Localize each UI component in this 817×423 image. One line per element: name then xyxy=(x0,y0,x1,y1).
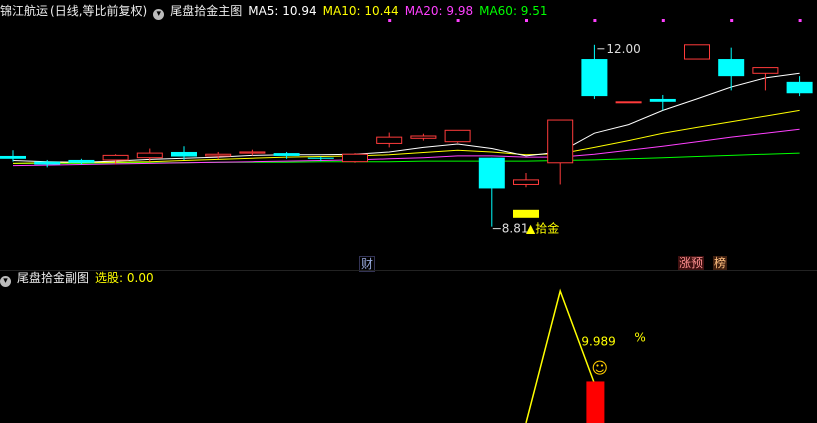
gain-unit-label: % xyxy=(634,330,645,344)
candle-body xyxy=(0,155,26,159)
sub-chart-header: ▾ 尾盘拾金副图 选股: 0.00 xyxy=(0,269,160,287)
signal-dot xyxy=(730,19,734,22)
candle-body xyxy=(205,153,232,157)
candle-body xyxy=(342,153,368,163)
chevron-down-icon[interactable]: ▾ xyxy=(0,276,11,287)
candle-body xyxy=(615,101,642,104)
smile-icon: ☺ xyxy=(591,358,608,377)
candle-body xyxy=(581,59,608,97)
up-limit-badge[interactable]: 涨预 xyxy=(678,256,705,270)
signal-dot xyxy=(525,19,528,22)
ma5-line xyxy=(12,72,800,163)
buy-signal-block xyxy=(513,209,539,218)
signal-dot xyxy=(388,19,392,22)
candle-body xyxy=(171,151,197,157)
candle-body xyxy=(547,119,574,164)
ma10-line xyxy=(12,109,800,164)
signal-dot xyxy=(593,19,597,22)
candle-body xyxy=(136,152,163,159)
signal-dot xyxy=(456,19,460,22)
candle-body xyxy=(68,159,95,163)
candle-body xyxy=(376,136,403,144)
candle-body xyxy=(410,135,437,139)
high-label: 12.00 xyxy=(606,42,640,56)
candle-body xyxy=(786,81,813,94)
candle-body xyxy=(34,161,61,165)
candle-body xyxy=(684,44,710,60)
candle-body xyxy=(239,151,266,154)
sub-chart[interactable]: ☺ 9.989% xyxy=(0,288,817,423)
low-label: 8.81 xyxy=(502,222,529,236)
sub-indicator-name[interactable]: 尾盘拾金副图 xyxy=(17,271,89,285)
gain-value-label: 9.989 xyxy=(581,334,615,348)
candle-body xyxy=(649,98,676,102)
signal-dot xyxy=(661,19,665,22)
signal-line xyxy=(525,288,596,423)
candle-body xyxy=(478,157,505,189)
pick-value: 选股: 0.00 xyxy=(95,271,154,285)
gain-bar xyxy=(586,381,605,423)
buy-signal-label: ▲拾金 xyxy=(526,221,559,236)
candle-body xyxy=(513,179,539,185)
candle-body xyxy=(307,157,334,159)
main-chart[interactable]: 12.00 8.81▲拾金 xyxy=(0,0,817,258)
rank-badge[interactable]: 榜 xyxy=(713,256,728,270)
signal-dot xyxy=(798,19,802,22)
candle-body xyxy=(752,67,779,74)
candle-body xyxy=(273,153,300,156)
candle-body xyxy=(444,129,471,143)
candle-body xyxy=(102,154,129,161)
candle-body xyxy=(718,59,745,77)
